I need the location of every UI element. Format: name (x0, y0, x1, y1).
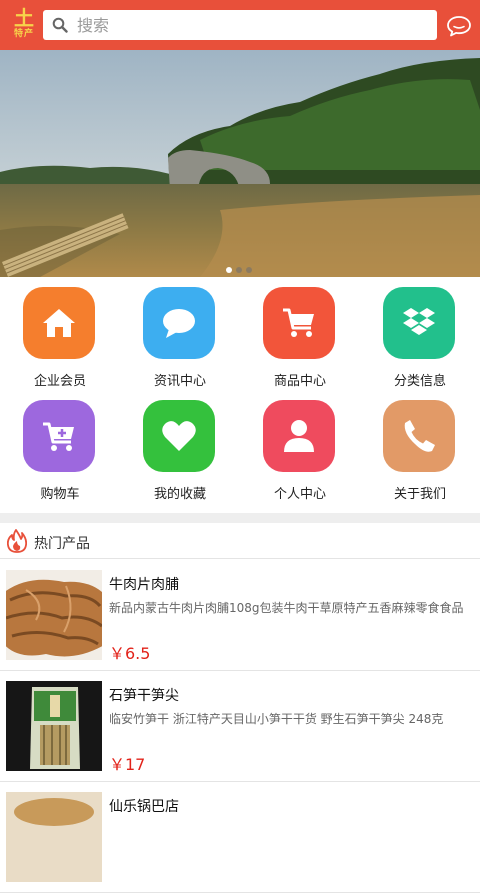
nav-item-my-favorites[interactable]: 我的收藏 (120, 390, 240, 503)
nav-label: 企业会员 (33, 374, 86, 389)
product-image (6, 570, 102, 660)
product-image (6, 681, 102, 771)
app-logo[interactable]: 土 特产 (6, 6, 42, 44)
product-image (6, 792, 102, 882)
chat-bubble-icon (163, 309, 195, 338)
nav-item-shopping-cart[interactable]: 购物车 (0, 390, 120, 503)
nav-label: 商品中心 (273, 374, 326, 389)
nav-tile[interactable] (143, 287, 215, 359)
nav-item-news-center[interactable]: 资讯中心 (120, 277, 240, 390)
jerky-photo (6, 570, 102, 660)
search-bar[interactable] (43, 10, 437, 40)
logo-mark: 土 (14, 6, 34, 30)
product-name: 石笋干笋尖 (109, 688, 179, 704)
nav-item-about-us[interactable]: 关于我们 (360, 390, 480, 503)
carousel-dot[interactable] (246, 267, 252, 273)
nav-item-personal-center[interactable]: 个人中心 (240, 390, 360, 503)
heart-icon (162, 421, 196, 451)
carousel-dot[interactable] (236, 267, 242, 273)
home-icon (43, 309, 75, 337)
nav-item-classified-info[interactable]: 分类信息 (360, 277, 480, 390)
nav-label: 分类信息 (393, 374, 446, 389)
banner-image (0, 50, 480, 277)
banner-carousel[interactable] (0, 50, 480, 277)
user-icon (284, 420, 314, 452)
nav-item-enterprise-member[interactable]: 企业会员 (0, 277, 120, 390)
shopping-cart-icon (283, 308, 314, 337)
bamboo-shoot-photo (6, 681, 102, 771)
dropbox-icon (403, 308, 435, 335)
product-description: 新品内蒙古牛肉片肉脯108g包装牛肉干草原特产五香麻辣零食食品 (109, 601, 464, 615)
search-input[interactable] (77, 10, 427, 40)
flame-icon (7, 529, 27, 553)
cart-add-icon (43, 422, 74, 451)
search-icon (52, 17, 68, 33)
nav-label: 资讯中心 (153, 374, 206, 389)
product-item[interactable]: 仙乐锅巴店 (0, 782, 480, 893)
section-title: 热门产品 (34, 536, 90, 552)
nav-tile[interactable] (383, 287, 455, 359)
nav-label: 关于我们 (393, 487, 446, 502)
carousel-indicator[interactable] (226, 258, 256, 273)
product-photo (6, 792, 102, 882)
product-description: 临安竹笋干 浙江特产天目山小笋干干货 野生石笋干笋尖 248克 (109, 712, 444, 726)
phone-icon (404, 420, 435, 452)
hot-products-header: 热门产品 (0, 523, 480, 559)
logo-caption: 特产 (13, 29, 34, 39)
nav-tile[interactable] (383, 400, 455, 472)
nav-label: 购物车 (40, 487, 80, 502)
nav-label: 我的收藏 (153, 487, 206, 502)
message-icon[interactable] (446, 14, 472, 38)
product-price: ￥6.5 (109, 644, 151, 663)
product-item[interactable]: 牛肉片肉脯 新品内蒙古牛肉片肉脯108g包装牛肉干草原特产五香麻辣零食食品 ￥6… (0, 560, 480, 671)
section-divider (0, 513, 480, 523)
top-bar: 土 特产 (0, 0, 480, 50)
nav-tile[interactable] (23, 287, 95, 359)
nav-item-product-center[interactable]: 商品中心 (240, 277, 360, 390)
nav-tile[interactable] (263, 400, 335, 472)
product-name: 牛肉片肉脯 (109, 577, 179, 593)
nav-tile[interactable] (263, 287, 335, 359)
nav-label: 个人中心 (273, 487, 326, 502)
nav-grid: 企业会员 资讯中心 商品中心 分类信息 购物车 我的收藏 个人中心 关于我们 (0, 277, 480, 513)
nav-tile[interactable] (23, 400, 95, 472)
product-price: ￥17 (109, 755, 146, 774)
nav-tile[interactable] (143, 400, 215, 472)
product-name: 仙乐锅巴店 (109, 799, 179, 815)
product-item[interactable]: 石笋干笋尖 临安竹笋干 浙江特产天目山小笋干干货 野生石笋干笋尖 248克 ￥1… (0, 671, 480, 782)
carousel-dot[interactable] (226, 267, 232, 273)
